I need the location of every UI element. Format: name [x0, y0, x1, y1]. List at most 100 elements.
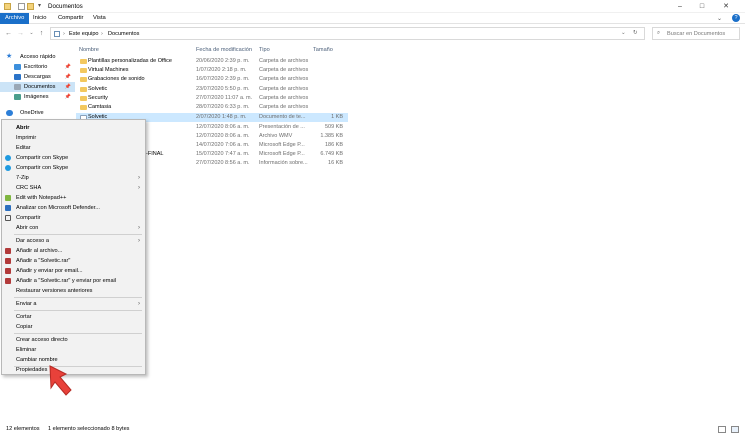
nav-item-label: Documentos	[24, 84, 56, 90]
window-title: Documentos	[48, 3, 83, 10]
back-icon[interactable]: ←	[4, 29, 13, 38]
nav-item-descargas[interactable]: Descargas 📌	[0, 72, 75, 82]
menu-item-editar[interactable]: Editar	[2, 143, 145, 153]
nav-item-label: Descargas	[24, 74, 51, 80]
new-folder-icon[interactable]	[27, 3, 34, 10]
navigation-bar: ← → ⌄ ↑ › Este equipo › Documentos ⌄ ↻ ⌕…	[0, 24, 745, 42]
file-type: Carpeta de archivos	[259, 94, 309, 101]
up-icon[interactable]: ↑	[37, 29, 46, 38]
menu-item-anadir-rar-email[interactable]: Añadir a "Solvetic.rar" y enviar por ema…	[2, 276, 145, 286]
file-row[interactable]: Virtual Machines 1/07/2020 2:18 p. m. Carp…	[76, 66, 348, 75]
quick-access-dropdown-icon[interactable]: ▾	[38, 2, 41, 9]
pin-icon: 📌	[64, 74, 71, 80]
breadcrumb-documentos[interactable]: Documentos	[108, 31, 139, 37]
properties-icon[interactable]	[18, 3, 25, 10]
menu-item-compartir-skype-2[interactable]: Compartir con Skype	[2, 163, 145, 173]
close-icon[interactable]: ✕	[717, 1, 735, 12]
file-size: 1.385 KB	[320, 132, 343, 139]
maximize-icon[interactable]: □	[693, 1, 711, 12]
notepad-plus-plus-icon	[5, 195, 11, 201]
file-date: 14/07/2020 7:06 a. m.	[196, 141, 250, 148]
menu-separator	[14, 333, 142, 334]
menu-item-imprimir[interactable]: Imprimir	[2, 133, 145, 143]
file-date: 27/07/2020 8:56 a. m.	[196, 160, 250, 167]
nav-item-documentos[interactable]: Documentos 📌	[0, 82, 75, 92]
file-row[interactable]: Grabaciones de sonido 16/07/2020 2:39 p. …	[76, 75, 348, 84]
menu-item-compartir[interactable]: Compartir	[2, 213, 145, 223]
forward-icon[interactable]: →	[16, 29, 25, 38]
menu-item-label: 7-Zip	[16, 175, 29, 181]
tab-vista[interactable]: Vista	[88, 13, 111, 24]
menu-item-7zip[interactable]: 7-Zip ›	[2, 173, 145, 183]
documents-icon	[14, 84, 21, 90]
menu-item-anadir-email[interactable]: Añadir y enviar por email...	[2, 266, 145, 276]
file-date: 15/07/2020 7:47 a. m.	[196, 151, 250, 158]
nav-item-acceso-rapido[interactable]: ★ Acceso rápido	[0, 52, 75, 62]
menu-item-crc-sha[interactable]: CRC SHA ›	[2, 183, 145, 193]
search-input[interactable]: ⌕ Buscar en Documentos	[652, 27, 740, 40]
menu-item-dar-acceso[interactable]: Dar acceso a ›	[2, 236, 145, 246]
menu-item-enviar-a[interactable]: Enviar a ›	[2, 299, 145, 309]
pictures-icon	[14, 94, 21, 100]
column-header-date[interactable]: Fecha de modificación	[196, 45, 252, 55]
menu-item-copiar[interactable]: Copiar	[2, 322, 145, 332]
menu-item-anadir-archivo[interactable]: Añadir al archivo...	[2, 246, 145, 256]
pin-icon: 📌	[64, 94, 71, 100]
file-name: Security	[88, 94, 108, 101]
details-view-icon[interactable]	[718, 426, 726, 433]
menu-item-abrir[interactable]: Abrir	[2, 123, 145, 133]
winrar-icon	[5, 268, 11, 274]
menu-item-abrir-con[interactable]: Abrir con ›	[2, 223, 145, 233]
menu-separator	[14, 310, 142, 311]
tab-compartir[interactable]: Compartir	[53, 13, 88, 24]
folder-icon	[80, 77, 87, 83]
column-header-size[interactable]: Tamaño	[313, 45, 333, 55]
tab-archivo[interactable]: Archivo	[0, 13, 30, 24]
file-size: 509 KB	[324, 123, 343, 130]
ribbon-expand-icon[interactable]: ⌄	[717, 15, 722, 22]
minimize-icon[interactable]: –	[671, 1, 689, 12]
file-date: 1/07/2020 2:18 p. m.	[196, 67, 247, 74]
file-name: -FINAL	[146, 151, 164, 158]
menu-item-eliminar[interactable]: Eliminar	[2, 345, 145, 355]
breadcrumb-este-equipo[interactable]: Este equipo	[69, 31, 99, 37]
file-row[interactable]: Camtasia 28/07/2020 6:33 p. m. Carpeta de …	[76, 103, 348, 112]
title-bar: ▾ Documentos – □ ✕	[0, 0, 745, 13]
menu-separator	[14, 297, 142, 298]
context-menu: Abrir Imprimir Editar Compartir con Skyp…	[1, 119, 146, 375]
help-icon[interactable]: ?	[732, 14, 740, 22]
computer-icon	[54, 31, 60, 37]
folder-icon	[80, 86, 87, 92]
address-bar[interactable]: › Este equipo › Documentos ⌄ ↻	[50, 27, 645, 40]
file-row[interactable]: Security 27/07/2020 11:07 a. m. Carpeta de…	[76, 94, 348, 103]
folder-icon	[80, 68, 87, 74]
selection-info: 1 elemento seleccionado 8 bytes	[48, 426, 130, 432]
file-date: 20/06/2020 2:39 p. m.	[196, 58, 250, 64]
nav-item-onedrive[interactable]: OneDrive	[0, 108, 75, 118]
column-header-name[interactable]: Nombre	[79, 45, 99, 55]
refresh-icon[interactable]: ↻	[633, 30, 638, 36]
address-dropdown-icon[interactable]: ⌄	[621, 30, 626, 36]
file-row[interactable]: Solvetic 23/07/2020 5:50 p. m. Carpeta de …	[76, 85, 348, 94]
file-row[interactable]: Plantillas personalizadas de Office 20/06…	[76, 57, 348, 66]
menu-item-defender[interactable]: Analizar con Microsoft Defender...	[2, 203, 145, 213]
nav-item-imagenes[interactable]: Imágenes 📌	[0, 92, 75, 102]
menu-item-label: Abrir con	[16, 225, 39, 231]
nav-item-label: OneDrive	[20, 110, 44, 116]
tab-inicio[interactable]: Inicio	[28, 13, 52, 24]
menu-item-restaurar[interactable]: Restaurar versiones anteriores	[2, 286, 145, 296]
nav-item-label: Escritorio	[24, 64, 48, 70]
file-name: Grabaciones de sonido	[88, 76, 145, 83]
menu-item-notepad[interactable]: Edit with Notepad++	[2, 193, 145, 203]
file-size: 6.749 KB	[320, 151, 343, 158]
column-header-type[interactable]: Tipo	[259, 45, 270, 55]
menu-item-crear-acceso[interactable]: Crear acceso directo	[2, 335, 145, 345]
menu-item-anadir-rar[interactable]: Añadir a "Solvetic.rar"	[2, 256, 145, 266]
recent-locations-icon[interactable]: ⌄	[27, 29, 36, 38]
menu-item-compartir-skype[interactable]: Compartir con Skype	[2, 153, 145, 163]
large-icons-view-icon[interactable]	[731, 426, 739, 433]
nav-item-escritorio[interactable]: Escritorio 📌	[0, 62, 75, 72]
skype-icon	[5, 155, 11, 161]
menu-item-cortar[interactable]: Cortar	[2, 312, 145, 322]
red-arrow-pointer-icon	[49, 365, 72, 396]
